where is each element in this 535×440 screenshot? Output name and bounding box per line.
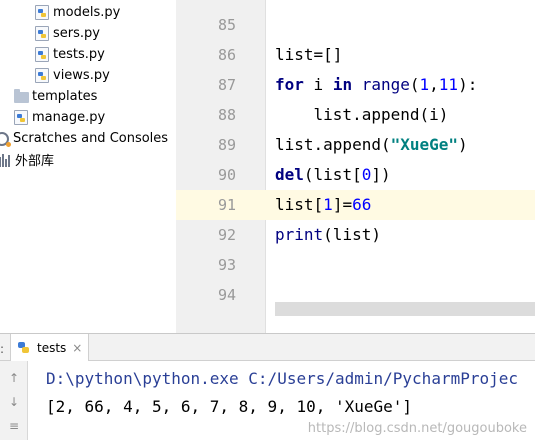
tab-label: tests (37, 340, 67, 355)
line-number: 87 (217, 76, 236, 94)
code-line-87[interactable]: for i in range(1,11): (275, 70, 477, 100)
number-literal: 0 (361, 165, 372, 184)
python-file-icon (34, 47, 50, 63)
run-command-line: D:\python\python.exe C:/Users/admin/Pych… (46, 369, 519, 388)
close-icon[interactable]: × (72, 341, 82, 355)
code-text: list[ (275, 195, 324, 214)
code-text: list=[] (275, 45, 343, 64)
tree-item-external-libraries[interactable]: 外部库 (0, 149, 54, 170)
run-tab-bar: : tests × (0, 334, 535, 361)
tree-item-models-py[interactable]: models.py (34, 2, 120, 23)
tree-item-label: 外部库 (15, 154, 55, 169)
line-number-current: 91 (217, 196, 236, 214)
line-number: 88 (217, 106, 236, 124)
code-text: , (429, 75, 439, 94)
code-line-89[interactable]: list.append("XueGe") (275, 130, 468, 160)
builtin: range (352, 75, 410, 94)
run-toolbar: ↑ ↓ ≡ (0, 361, 28, 440)
code-text: (list) (323, 225, 381, 244)
tree-item-views-py[interactable]: views.py (34, 65, 110, 86)
line-number: 93 (217, 256, 236, 274)
python-file-icon (34, 5, 50, 21)
tree-item-label: templates (32, 89, 98, 104)
code-text: ) (458, 135, 468, 154)
code-text: ( (409, 75, 420, 94)
tree-item-label: sers.py (53, 26, 100, 41)
python-file-icon (13, 110, 29, 126)
line-number: 89 (217, 136, 236, 154)
line-number: 86 (217, 46, 236, 64)
scroll-down-icon[interactable]: ↓ (6, 393, 22, 411)
code-line-92[interactable]: print(list) (275, 220, 381, 250)
keyword: in (332, 75, 353, 94)
code-line-90[interactable]: del(list[0]) (275, 160, 391, 190)
run-panel: : tests × ↑ ↓ ≡ D:\python\python.exe C:/… (0, 333, 535, 440)
code-text: ]) (371, 165, 391, 184)
tree-item-label: Scratches and Consoles (13, 131, 169, 146)
code-text: list.append( (275, 135, 391, 154)
code-line-86[interactable]: list=[] (275, 40, 342, 70)
python-file-icon (34, 26, 50, 42)
code-text: ): (458, 75, 478, 94)
line-number: 92 (217, 226, 236, 244)
scroll-up-icon[interactable]: ↑ (6, 369, 22, 387)
tree-item-scratches[interactable]: Scratches and Consoles (0, 128, 168, 149)
tree-item-label: tests.py (53, 47, 105, 62)
number-literal: 11 (438, 75, 459, 94)
tree-item-label: manage.py (32, 110, 106, 125)
string-literal: "XueGe" (390, 135, 459, 154)
code-text: ]= (332, 195, 353, 214)
tree-item-label: views.py (53, 68, 110, 83)
project-tree: models.py sers.py tests.py views.py temp… (0, 0, 176, 333)
tree-item-label: models.py (53, 5, 121, 20)
soft-wrap-icon[interactable]: ≡ (6, 417, 22, 435)
horizontal-scrollbar[interactable] (275, 302, 535, 316)
tree-item-tests-py[interactable]: tests.py (34, 44, 105, 65)
libraries-icon (0, 152, 12, 168)
code-text: i (303, 75, 333, 94)
keyword: for (275, 75, 304, 94)
code-line-88[interactable]: list.append(i) (275, 100, 449, 130)
scratches-icon (0, 131, 11, 147)
line-number: 90 (217, 166, 236, 184)
run-output-line: [2, 66, 4, 5, 6, 7, 8, 9, 10, 'XueGe'] (46, 397, 413, 416)
tree-item-manage-py[interactable]: manage.py (13, 107, 105, 128)
number-literal: 1 (419, 75, 430, 94)
code-text: list.append(i) (275, 105, 449, 124)
python-icon (17, 341, 31, 355)
code-text: (list[ (303, 165, 362, 184)
code-line-91[interactable]: list[1]=66 (275, 190, 371, 220)
folder-icon (13, 89, 29, 105)
watermark: https://blog.csdn.net/gougouboke (307, 421, 527, 436)
line-number: 85 (217, 16, 236, 34)
tree-item-sers-py[interactable]: sers.py (34, 23, 100, 44)
keyword: del (275, 165, 304, 184)
number-literal: 1 (323, 195, 333, 214)
tab-bar-marker: : (0, 342, 5, 356)
tree-item-templates[interactable]: templates (13, 86, 97, 107)
line-number: 94 (217, 286, 236, 304)
python-file-icon (34, 68, 50, 84)
builtin: print (275, 225, 324, 244)
tab-tests[interactable]: tests × (10, 334, 90, 361)
number-literal: 66 (352, 195, 372, 214)
